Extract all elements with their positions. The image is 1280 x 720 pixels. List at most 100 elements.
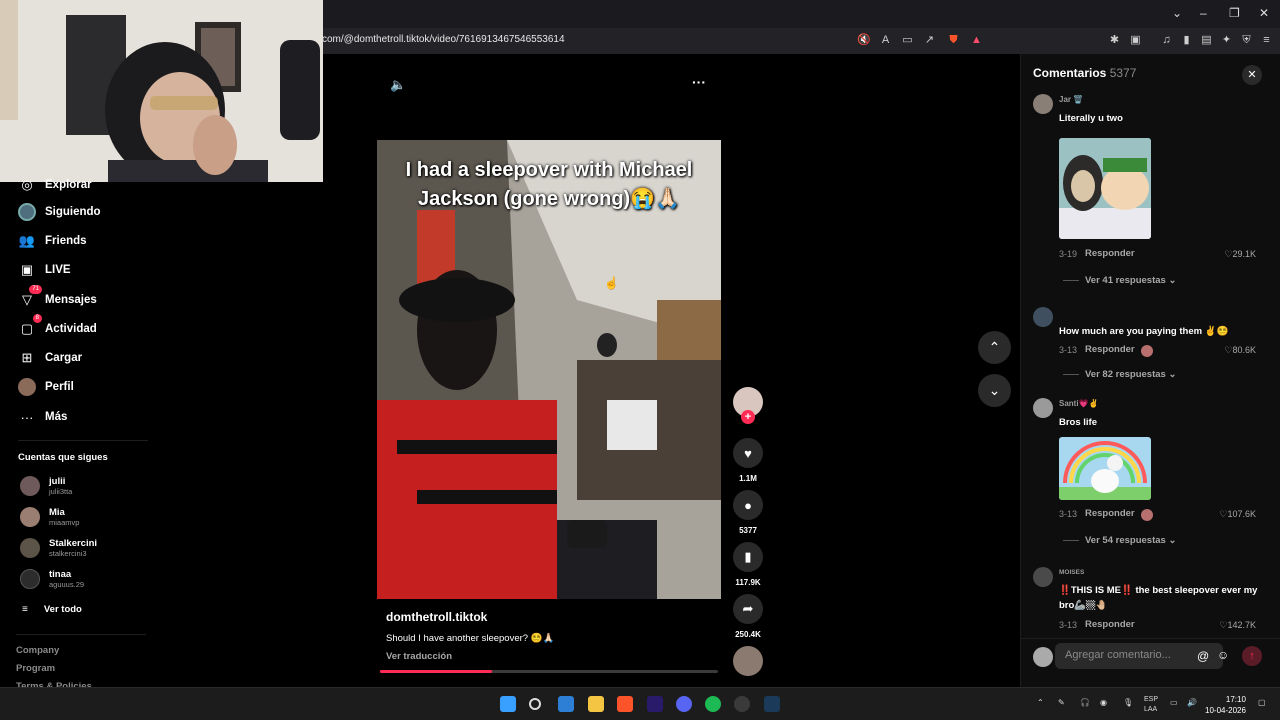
sidebar-item-following[interactable]: Siguiendo	[18, 202, 101, 222]
video-progress-bar[interactable]	[380, 670, 718, 673]
footer-link-program[interactable]: Program	[16, 663, 55, 674]
sidebar-item-friends[interactable]: 👥 Friends	[18, 231, 87, 251]
microphone-icon[interactable]: 🎙	[1123, 698, 1133, 707]
reply-button[interactable]: Responder	[1085, 248, 1135, 259]
view-replies-button[interactable]: Ver 41 respuestas ⌄	[1063, 275, 1176, 286]
comment-image[interactable]	[1059, 437, 1151, 500]
language-indicator[interactable]: ESP LAA	[1144, 695, 1158, 715]
discord-icon[interactable]	[676, 696, 692, 712]
divider	[16, 634, 146, 635]
sidebar-item-activity[interactable]: ▢ 8 Actividad	[18, 314, 97, 339]
volume-tray-icon[interactable]: 🔊	[1187, 698, 1197, 707]
network-icon[interactable]: ▭	[1170, 698, 1178, 707]
footer-link-company[interactable]: Company	[16, 645, 59, 656]
widgets-icon[interactable]	[558, 696, 574, 712]
maximize-icon[interactable]: ❐	[1229, 6, 1240, 20]
music-disc-button[interactable]	[733, 646, 763, 676]
brave-browser-icon[interactable]	[617, 696, 633, 712]
video-player[interactable]: I had a sleepover with Michael Jackson (…	[377, 140, 721, 599]
sidebar-item-more[interactable]: ··· Más	[18, 407, 68, 427]
share-page-icon[interactable]: ↗	[923, 34, 936, 47]
leo-ai-icon[interactable]: ✦	[1220, 34, 1233, 47]
translate-link[interactable]: Ver traducción	[386, 651, 452, 662]
vpn-icon[interactable]: ⛨	[1240, 34, 1253, 47]
sidebar-item-messages[interactable]: ▽ 71 Mensajes	[18, 285, 97, 310]
sidebar-item-profile[interactable]: Perfil	[18, 377, 74, 397]
avatar[interactable]	[1033, 567, 1053, 587]
previous-video-button[interactable]: ⌃	[978, 331, 1011, 364]
brave-rewards-icon[interactable]: ▲	[970, 34, 983, 47]
tray-app-icon[interactable]: ✎	[1058, 698, 1065, 707]
sidebar-toggle-icon[interactable]: ▮	[1180, 34, 1193, 47]
video-more-options-icon[interactable]: ···	[692, 74, 706, 90]
view-replies-button[interactable]: Ver 54 respuestas ⌄	[1063, 535, 1176, 546]
see-all-button[interactable]: ≡ Ver todo	[22, 597, 82, 621]
comment-like-button[interactable]: ♡80.6K	[1224, 345, 1256, 356]
media-icon[interactable]: ♫	[1160, 34, 1173, 47]
activity-icon: ▢ 8	[18, 314, 42, 338]
save-button[interactable]: ▮ 117.9K	[733, 542, 763, 587]
search-icon[interactable]	[529, 698, 541, 710]
sidebar-item-live[interactable]: ▣ LIVE	[18, 260, 71, 280]
reply-button[interactable]: Responder	[1085, 619, 1135, 630]
tray-chevron-icon[interactable]: ⌃	[1037, 698, 1044, 707]
reply-button[interactable]: Responder	[1085, 508, 1135, 519]
following-account[interactable]: julii julii3tta	[20, 474, 72, 498]
translate-icon[interactable]: A	[879, 34, 892, 47]
volume-icon[interactable]: 🔈	[390, 77, 406, 93]
comment-username[interactable]: MOISES	[1059, 569, 1084, 576]
mute-site-icon[interactable]: 🔇	[857, 34, 871, 47]
video-author[interactable]: domthetroll.tiktok	[386, 610, 487, 624]
menu-icon[interactable]: ≡	[1260, 34, 1273, 47]
mention-icon[interactable]: @	[1197, 649, 1209, 663]
steam-icon[interactable]	[764, 696, 780, 712]
avatar[interactable]	[1033, 307, 1053, 327]
notifications-icon[interactable]: ▢	[1258, 698, 1266, 707]
windows-start-icon[interactable]	[500, 696, 516, 712]
system-clock[interactable]: 17:10 10-04-2026	[1205, 694, 1246, 716]
view-replies-button[interactable]: Ver 82 respuestas ⌄	[1063, 369, 1176, 380]
follow-plus-icon[interactable]: +	[741, 410, 755, 424]
reply-button[interactable]: Responder	[1085, 344, 1135, 355]
emoji-icon[interactable]: ☺	[1217, 648, 1229, 662]
comment-like-button[interactable]: ♡142.7K	[1219, 620, 1256, 631]
file-explorer-icon[interactable]	[588, 696, 604, 712]
following-account[interactable]: tinaa aguuus.29	[20, 567, 84, 591]
comment-like-button[interactable]: ♡107.6K	[1219, 509, 1256, 520]
screenshot-icon[interactable]: ▣	[1129, 34, 1142, 47]
headset-icon[interactable]: 🎧	[1080, 698, 1090, 707]
spotify-icon[interactable]	[705, 696, 721, 712]
comment-username[interactable]: Jar 🗑️	[1059, 95, 1083, 104]
close-comments-icon[interactable]: ✕	[1242, 65, 1262, 85]
brave-shields-icon[interactable]: ⛊	[947, 34, 960, 47]
extensions-icon[interactable]: ✱	[1108, 34, 1121, 47]
cast-icon[interactable]: ▭	[901, 34, 914, 47]
comment-image[interactable]	[1059, 138, 1151, 239]
avatar	[1033, 647, 1053, 667]
url-text[interactable]: com/@domthetroll.tiktok/video/7616913467…	[322, 34, 565, 45]
steam-tray-icon[interactable]: ◉	[1100, 698, 1107, 707]
close-window-icon[interactable]: ✕	[1259, 6, 1269, 20]
sidebar-item-upload[interactable]: ⊞ Cargar	[18, 348, 83, 368]
share-arrow-icon: ➦	[733, 594, 763, 624]
language-code: ESP	[1144, 696, 1159, 703]
comment-username[interactable]: Santi💗✌️	[1059, 399, 1098, 408]
tabs-dropdown-icon[interactable]: ⌄	[1172, 6, 1182, 20]
share-button[interactable]: ➦ 250.4K	[733, 594, 763, 639]
comment-like-button[interactable]: ♡29.1K	[1224, 249, 1256, 260]
creator-avatar-button[interactable]: +	[733, 387, 763, 424]
next-video-button[interactable]: ⌄	[978, 374, 1011, 407]
minimize-icon[interactable]: –	[1200, 6, 1207, 20]
avatar[interactable]	[1033, 398, 1053, 418]
premiere-icon[interactable]	[647, 696, 663, 712]
following-account[interactable]: Mia miaamvp	[20, 505, 79, 529]
wallet-icon[interactable]: ▤	[1200, 34, 1213, 47]
send-comment-icon[interactable]: ↑	[1242, 646, 1262, 666]
comment-button[interactable]: ● 5377	[733, 490, 763, 535]
account-username: stalkercini3	[49, 549, 87, 558]
avatar[interactable]	[1033, 94, 1053, 114]
obs-icon[interactable]	[734, 696, 750, 712]
following-account[interactable]: Stalkercini stalkercini3	[20, 536, 97, 560]
like-button[interactable]: ♥ 1.1M	[733, 438, 763, 483]
sidebar-item-explore[interactable]: ◎ Explorar	[18, 175, 91, 195]
